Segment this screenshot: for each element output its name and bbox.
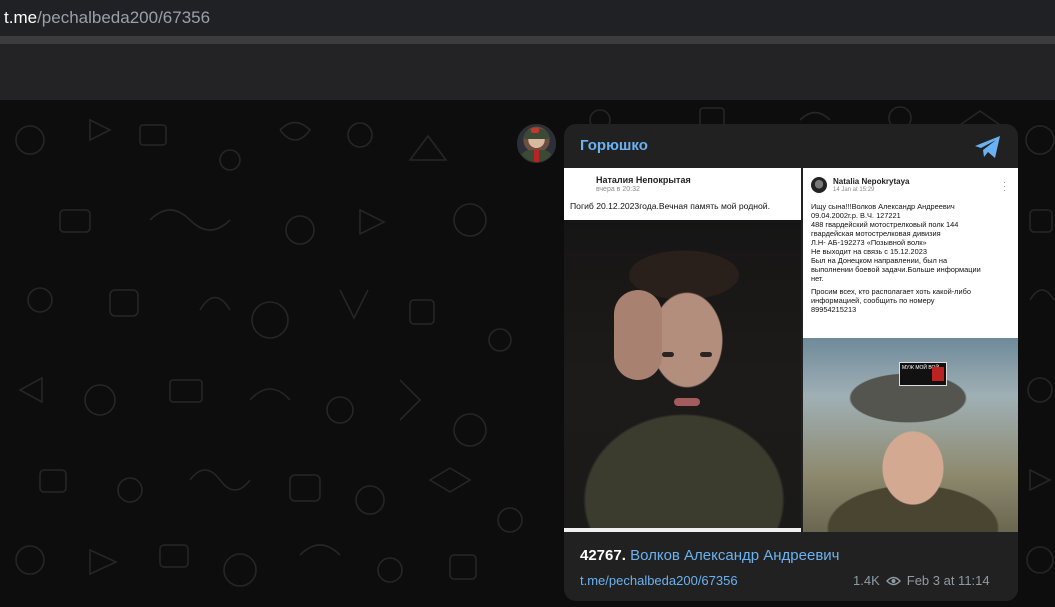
left-photo-eye <box>700 352 712 357</box>
address-bar[interactable]: t.me/pechalbeda200/67356 <box>0 0 1055 36</box>
left-portrait-photo <box>564 220 801 528</box>
right-post-text: Ищу сына!!!Волков Александр Андреевич 09… <box>811 202 1015 314</box>
post-line: информацией, сообщить по номеру <box>811 296 935 305</box>
right-post-author: Natalia Nepokrytaya <box>833 177 910 186</box>
left-post-text: Погиб 20.12.2023года.Вечная память мой р… <box>570 201 770 211</box>
post-line: нет. <box>811 274 824 283</box>
url-host: t.me <box>4 8 38 27</box>
media-photo-right[interactable]: Natalia Nepokrytaya 14 Jan at 15:29 · · · … <box>803 168 1018 532</box>
left-post-author: Наталия Непокрытая <box>596 175 691 185</box>
message-meta: 1.4K Feb 3 at 11:14 <box>853 573 990 588</box>
right-post-avatar <box>811 177 827 193</box>
left-card-footer <box>564 528 801 532</box>
post-line: 09.04.2002г.р. В.Ч. 127221 <box>811 211 901 220</box>
post-line: Не выходит на связь с 15.12.2023 <box>811 247 927 256</box>
message-bubble: Горюшко Наталия Непокрытая вчера в 20:32… <box>564 124 1018 601</box>
message-header: Горюшко <box>564 124 1018 168</box>
avatar-tie <box>534 150 539 162</box>
post-link[interactable]: t.me/pechalbeda200/67356 <box>580 573 738 588</box>
post-line: Ищу сына!!!Волков Александр Андреевич <box>811 202 955 211</box>
post-line: Просим всех, кто располагает хоть какой-… <box>811 287 971 296</box>
patch-emblem <box>932 367 944 381</box>
post-line: 89954215213 <box>811 305 857 314</box>
left-photo-eye <box>662 352 674 357</box>
view-count: 1.4K <box>853 573 880 588</box>
telegram-share-icon[interactable] <box>974 134 1002 160</box>
message-date: Feb 3 at 11:14 <box>906 573 990 588</box>
right-portrait-photo: МУЖ МОЙ ВОЙ <box>803 338 1018 532</box>
sender-avatar[interactable] <box>517 124 556 163</box>
chat-toolbar <box>0 44 1055 100</box>
caption-number: 42767. <box>580 547 626 564</box>
caption-name-link[interactable]: Волков Александр Андреевич <box>630 547 839 564</box>
media-photo-left[interactable]: Наталия Непокрытая вчера в 20:32 Погиб 2… <box>564 168 801 532</box>
url-path: /pechalbeda200/67356 <box>37 8 211 27</box>
post-line: Л.Н- АБ-192273 «Позывной волк» <box>811 238 927 247</box>
left-post-time: вчера в 20:32 <box>596 186 640 193</box>
address-bar-divider <box>0 36 1055 44</box>
media-album[interactable]: Наталия Непокрытая вчера в 20:32 Погиб 2… <box>564 168 1018 532</box>
post-line: гвардейская мотострелковая дивизия <box>811 229 941 238</box>
right-post-time: 14 Jan at 15:29 <box>833 187 875 193</box>
avatar-badge <box>531 128 539 133</box>
post-line: Был на Донецком направлении, был на <box>811 256 948 265</box>
post-line: выполнении боевой задачи.Больше информац… <box>811 265 981 274</box>
left-photo-hand <box>614 290 662 380</box>
post-line: 488 гвардейский мотострелковый полк 144 <box>811 220 959 229</box>
kebab-menu-icon: · · · <box>1003 177 1006 195</box>
left-photo-lips <box>674 398 700 406</box>
sender-name[interactable]: Горюшко <box>580 137 648 154</box>
message-caption: 42767. Волков Александр Андреевич <box>580 547 840 564</box>
views-eye-icon <box>885 576 901 585</box>
cap-patch: МУЖ МОЙ ВОЙ <box>899 362 947 386</box>
